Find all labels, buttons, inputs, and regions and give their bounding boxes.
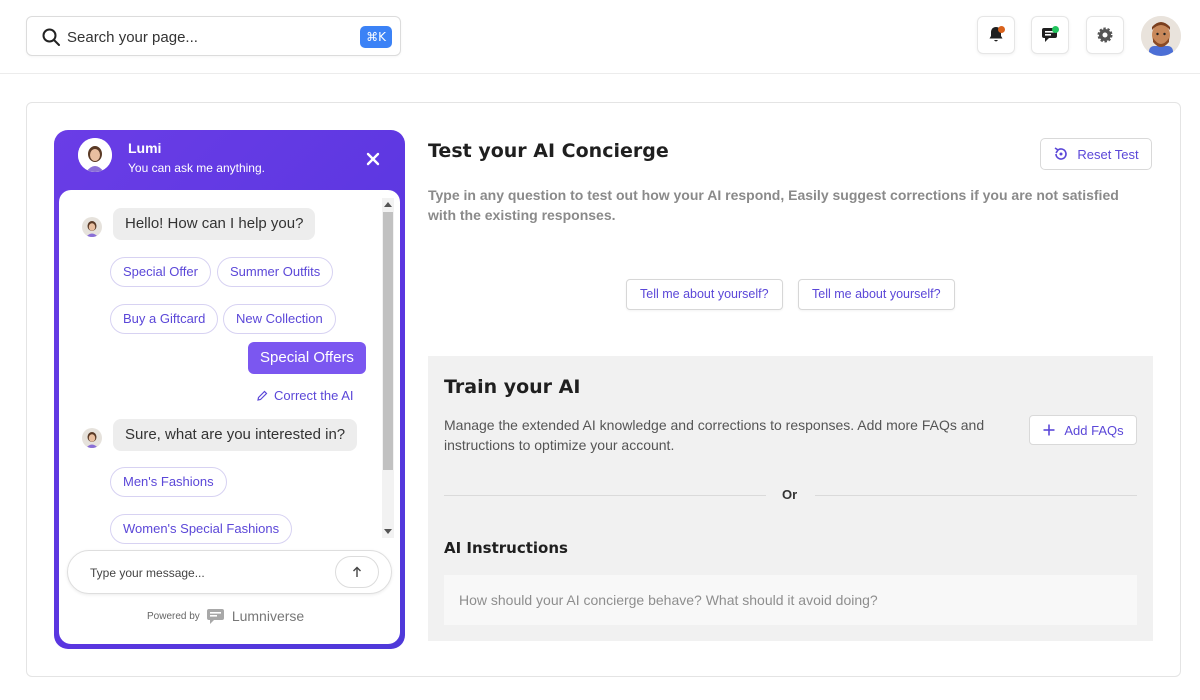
scroll-up-arrow[interactable] [384,202,392,207]
pencil-icon [257,390,268,401]
quick-reply-chip[interactable]: Men's Fashions [110,467,227,497]
arrow-up-icon [353,566,361,577]
user-message: Special Offers [248,342,366,374]
reset-icon [1054,147,1068,160]
powered-by: Powered by Lumniverse [147,607,304,625]
chat-widget: Lumi You can ask me anything. Hello! How… [54,130,405,649]
messages-button[interactable] [1031,16,1069,54]
message-composer [67,550,392,594]
send-button[interactable] [335,556,379,588]
close-icon[interactable] [364,150,382,168]
plus-icon [1043,424,1055,436]
message-input[interactable] [90,563,320,583]
bot-message: Sure, what are you interested in? [113,419,358,451]
messages-dot [1052,26,1059,33]
brand-logo-icon [206,609,224,624]
user-avatar-illustration [1141,16,1181,56]
suggestion-button[interactable]: Tell me about yourself? [798,279,955,310]
search-box[interactable]: ⌘K [26,16,401,56]
test-description: Type in any question to test out how you… [428,187,1119,223]
divider-left [444,495,766,496]
divider-right [815,495,1137,496]
settings-icon [1097,27,1113,43]
bot-message-avatar [82,428,102,448]
bot-message: Hello! How can I help you? [113,208,316,240]
quick-reply-chip[interactable]: Women's Special Fashions [110,514,293,544]
page-title: Test your AI Concierge [428,140,669,162]
scroll-thumb[interactable] [383,212,393,470]
correct-ai-link[interactable]: Correct the AI [256,388,353,403]
suggestion-button[interactable]: Tell me about yourself? [626,279,783,310]
train-panel: Train your AI Manage the extended AI kno… [428,356,1153,641]
instructions-input[interactable] [444,575,1137,625]
search-icon [42,28,60,46]
reset-test-label: Reset Test [1077,146,1139,162]
notification-dot [998,26,1005,33]
settings-button[interactable] [1086,16,1124,54]
user-avatar[interactable] [1141,16,1181,56]
quick-reply-chip[interactable]: New Collection [223,304,336,334]
quick-reply-chip[interactable]: Special Offer [110,257,211,287]
scroll-down-arrow[interactable] [384,529,392,534]
notifications-button[interactable] [977,16,1015,54]
top-bar: ⌘K [0,0,1200,74]
bot-subtitle: You can ask me anything. [128,161,265,175]
train-title: Train your AI [444,376,581,398]
shortcut-badge: ⌘K [360,26,392,48]
instructions-title: AI Instructions [444,539,568,557]
chat-body: Hello! How can I help you? Special Offer… [59,190,400,644]
bot-avatar-illustration [78,138,112,172]
bot-avatar [78,138,112,172]
brand-name: Lumniverse [231,608,305,624]
reset-test-button[interactable]: Reset Test [1040,138,1152,170]
bot-name: Lumi [128,140,162,156]
add-faqs-label: Add FAQs [1064,422,1124,438]
quick-reply-chip[interactable]: Buy a Giftcard [110,304,219,334]
or-label: Or [782,487,798,502]
bot-message-avatar [82,217,102,237]
correct-ai-label: Correct the AI [274,388,354,403]
chat-scrollbar[interactable] [382,198,394,538]
quick-reply-chip[interactable]: Summer Outfits [217,257,334,287]
add-faqs-button[interactable]: Add FAQs [1029,415,1137,445]
powered-by-label: Powered by [147,610,200,622]
search-input[interactable] [67,25,357,49]
train-description: Manage the extended AI knowledge and cor… [444,417,985,453]
